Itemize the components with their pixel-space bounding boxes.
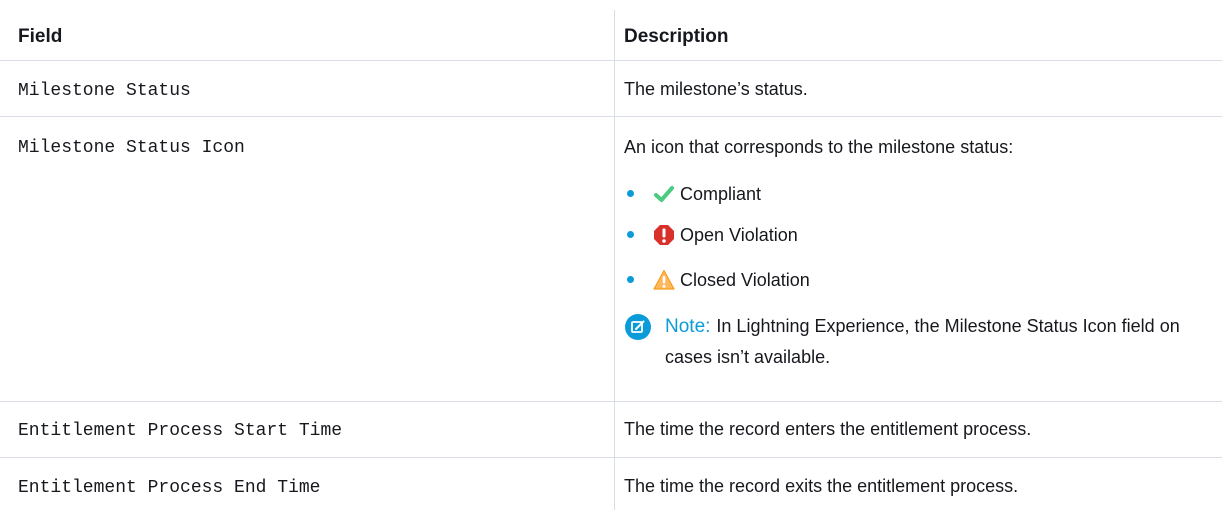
bullet-dot xyxy=(627,276,634,283)
field-description: The time the record enters the entitleme… xyxy=(624,419,1032,439)
header-description: Description xyxy=(624,26,729,47)
note-text: In Lightning Experience, the Milestone S… xyxy=(665,316,1180,367)
row-separator xyxy=(0,401,1222,402)
note-label: Note: xyxy=(665,316,711,337)
bullet-label: Compliant xyxy=(680,184,762,204)
warning-triangle-icon xyxy=(653,269,675,290)
stop-exclamation-icon xyxy=(654,225,674,245)
row-separator xyxy=(0,457,1222,458)
field-name: Entitlement Process End Time xyxy=(18,478,321,498)
field-name: Entitlement Process Start Time xyxy=(18,421,343,441)
note-callout: Note: In Lightning Experience, the Milest… xyxy=(665,311,1205,372)
field-description: An icon that corresponds to the mileston… xyxy=(624,137,1014,157)
table-row: Milestone Status The milestone’s status. xyxy=(0,61,1222,117)
field-description: The milestone’s status. xyxy=(624,79,808,99)
field-name: Milestone Status xyxy=(18,81,191,101)
table-header-row: Field Description xyxy=(0,0,1222,61)
field-description: The time the record exits the entitlemen… xyxy=(624,476,1019,496)
bullet-dot xyxy=(627,190,634,197)
checkmark-icon xyxy=(654,186,674,202)
field-name: Milestone Status Icon xyxy=(18,138,245,158)
bullet-dot xyxy=(627,231,634,238)
note-edit-icon xyxy=(625,314,651,340)
bullet-label: Open Violation xyxy=(680,225,798,245)
bullet-label: Closed Violation xyxy=(680,270,810,290)
header-field: Field xyxy=(18,26,63,47)
